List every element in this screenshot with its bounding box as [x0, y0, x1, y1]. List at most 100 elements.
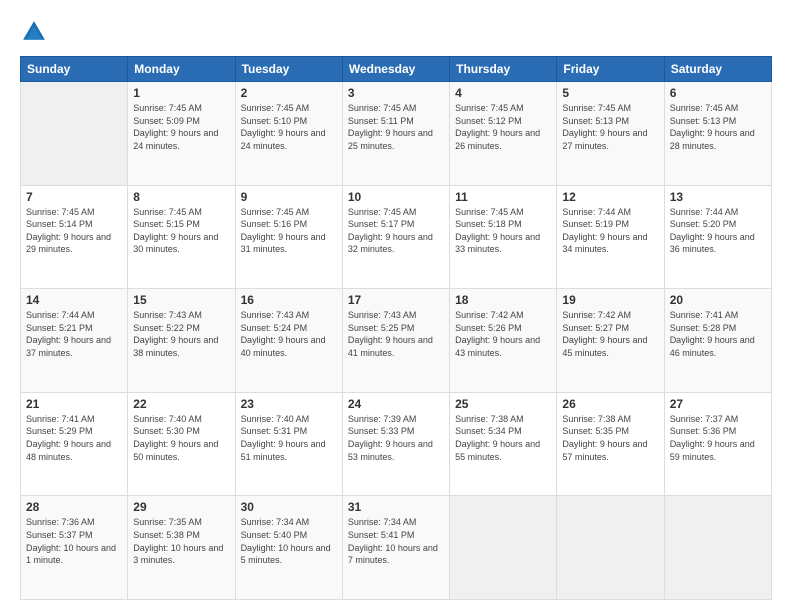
calendar-cell: 15 Sunrise: 7:43 AMSunset: 5:22 PMDayligh…: [128, 289, 235, 393]
day-number: 18: [455, 293, 551, 307]
day-number: 15: [133, 293, 229, 307]
calendar-cell: 14 Sunrise: 7:44 AMSunset: 5:21 PMDayligh…: [21, 289, 128, 393]
col-header-friday: Friday: [557, 57, 664, 82]
day-info: Sunrise: 7:39 AMSunset: 5:33 PMDaylight:…: [348, 413, 444, 463]
day-number: 10: [348, 190, 444, 204]
day-number: 31: [348, 500, 444, 514]
logo-icon: [20, 18, 48, 46]
col-header-monday: Monday: [128, 57, 235, 82]
day-number: 7: [26, 190, 122, 204]
day-number: 21: [26, 397, 122, 411]
calendar-cell: 17 Sunrise: 7:43 AMSunset: 5:25 PMDayligh…: [342, 289, 449, 393]
day-info: Sunrise: 7:45 AMSunset: 5:15 PMDaylight:…: [133, 206, 229, 256]
day-info: Sunrise: 7:34 AMSunset: 5:41 PMDaylight:…: [348, 516, 444, 566]
day-info: Sunrise: 7:35 AMSunset: 5:38 PMDaylight:…: [133, 516, 229, 566]
col-header-thursday: Thursday: [450, 57, 557, 82]
calendar-cell: 3 Sunrise: 7:45 AMSunset: 5:11 PMDaylight…: [342, 82, 449, 186]
calendar-cell: 25 Sunrise: 7:38 AMSunset: 5:34 PMDayligh…: [450, 392, 557, 496]
calendar-cell: 20 Sunrise: 7:41 AMSunset: 5:28 PMDayligh…: [664, 289, 771, 393]
calendar-cell: 23 Sunrise: 7:40 AMSunset: 5:31 PMDayligh…: [235, 392, 342, 496]
day-number: 20: [670, 293, 766, 307]
day-number: 30: [241, 500, 337, 514]
calendar-cell: 22Sunrise: 7:40 AMSunset: 5:30 PMDayligh…: [128, 392, 235, 496]
day-number: 22: [133, 397, 229, 411]
day-info: Sunrise: 7:45 AMSunset: 5:14 PMDaylight:…: [26, 206, 122, 256]
calendar-cell: 1 Sunrise: 7:45 AMSunset: 5:09 PMDaylight…: [128, 82, 235, 186]
calendar-cell: 6 Sunrise: 7:45 AMSunset: 5:13 PMDaylight…: [664, 82, 771, 186]
day-number: 8: [133, 190, 229, 204]
day-number: 25: [455, 397, 551, 411]
col-header-saturday: Saturday: [664, 57, 771, 82]
day-number: 11: [455, 190, 551, 204]
calendar-cell: 19Sunrise: 7:42 AMSunset: 5:27 PMDayligh…: [557, 289, 664, 393]
day-number: 5: [562, 86, 658, 100]
day-info: Sunrise: 7:42 AMSunset: 5:26 PMDaylight:…: [455, 309, 551, 359]
calendar-cell: 24 Sunrise: 7:39 AMSunset: 5:33 PMDayligh…: [342, 392, 449, 496]
calendar-cell: 13Sunrise: 7:44 AMSunset: 5:20 PMDayligh…: [664, 185, 771, 289]
day-number: 28: [26, 500, 122, 514]
day-number: 17: [348, 293, 444, 307]
day-number: 24: [348, 397, 444, 411]
day-info: Sunrise: 7:43 AMSunset: 5:24 PMDaylight:…: [241, 309, 337, 359]
day-info: Sunrise: 7:45 AMSunset: 5:18 PMDaylight:…: [455, 206, 551, 256]
day-info: Sunrise: 7:44 AMSunset: 5:20 PMDaylight:…: [670, 206, 766, 256]
day-info: Sunrise: 7:41 AMSunset: 5:29 PMDaylight:…: [26, 413, 122, 463]
calendar-cell: [450, 496, 557, 600]
day-info: Sunrise: 7:36 AMSunset: 5:37 PMDaylight:…: [26, 516, 122, 566]
calendar-cell: 7 Sunrise: 7:45 AMSunset: 5:14 PMDaylight…: [21, 185, 128, 289]
day-number: 16: [241, 293, 337, 307]
calendar-week-row: 14 Sunrise: 7:44 AMSunset: 5:21 PMDayligh…: [21, 289, 772, 393]
calendar-cell: 8 Sunrise: 7:45 AMSunset: 5:15 PMDaylight…: [128, 185, 235, 289]
day-info: Sunrise: 7:41 AMSunset: 5:28 PMDaylight:…: [670, 309, 766, 359]
calendar-week-row: 21 Sunrise: 7:41 AMSunset: 5:29 PMDayligh…: [21, 392, 772, 496]
calendar-cell: 30 Sunrise: 7:34 AMSunset: 5:40 PMDayligh…: [235, 496, 342, 600]
day-info: Sunrise: 7:38 AMSunset: 5:35 PMDaylight:…: [562, 413, 658, 463]
day-info: Sunrise: 7:45 AMSunset: 5:12 PMDaylight:…: [455, 102, 551, 152]
calendar-table: SundayMondayTuesdayWednesdayThursdayFrid…: [20, 56, 772, 600]
day-info: Sunrise: 7:43 AMSunset: 5:25 PMDaylight:…: [348, 309, 444, 359]
day-number: 27: [670, 397, 766, 411]
calendar-cell: 2 Sunrise: 7:45 AMSunset: 5:10 PMDaylight…: [235, 82, 342, 186]
calendar-cell: 9 Sunrise: 7:45 AMSunset: 5:16 PMDaylight…: [235, 185, 342, 289]
calendar-week-row: 1 Sunrise: 7:45 AMSunset: 5:09 PMDaylight…: [21, 82, 772, 186]
calendar-week-row: 28 Sunrise: 7:36 AMSunset: 5:37 PMDayligh…: [21, 496, 772, 600]
calendar-cell: 16 Sunrise: 7:43 AMSunset: 5:24 PMDayligh…: [235, 289, 342, 393]
calendar-cell: [557, 496, 664, 600]
day-number: 1: [133, 86, 229, 100]
calendar-week-row: 7 Sunrise: 7:45 AMSunset: 5:14 PMDaylight…: [21, 185, 772, 289]
day-number: 14: [26, 293, 122, 307]
day-number: 29: [133, 500, 229, 514]
day-info: Sunrise: 7:45 AMSunset: 5:16 PMDaylight:…: [241, 206, 337, 256]
calendar-cell: 4Sunrise: 7:45 AMSunset: 5:12 PMDaylight…: [450, 82, 557, 186]
day-number: 23: [241, 397, 337, 411]
logo: [20, 18, 52, 46]
day-info: Sunrise: 7:44 AMSunset: 5:21 PMDaylight:…: [26, 309, 122, 359]
day-info: Sunrise: 7:43 AMSunset: 5:22 PMDaylight:…: [133, 309, 229, 359]
calendar-cell: 26 Sunrise: 7:38 AMSunset: 5:35 PMDayligh…: [557, 392, 664, 496]
day-info: Sunrise: 7:45 AMSunset: 5:13 PMDaylight:…: [670, 102, 766, 152]
day-number: 2: [241, 86, 337, 100]
day-info: Sunrise: 7:40 AMSunset: 5:31 PMDaylight:…: [241, 413, 337, 463]
calendar-cell: [664, 496, 771, 600]
day-info: Sunrise: 7:38 AMSunset: 5:34 PMDaylight:…: [455, 413, 551, 463]
day-info: Sunrise: 7:37 AMSunset: 5:36 PMDaylight:…: [670, 413, 766, 463]
calendar-cell: 27 Sunrise: 7:37 AMSunset: 5:36 PMDayligh…: [664, 392, 771, 496]
col-header-sunday: Sunday: [21, 57, 128, 82]
calendar-cell: [21, 82, 128, 186]
page: SundayMondayTuesdayWednesdayThursdayFrid…: [0, 0, 792, 612]
day-info: Sunrise: 7:42 AMSunset: 5:27 PMDaylight:…: [562, 309, 658, 359]
day-number: 6: [670, 86, 766, 100]
day-number: 3: [348, 86, 444, 100]
col-header-tuesday: Tuesday: [235, 57, 342, 82]
day-info: Sunrise: 7:45 AMSunset: 5:10 PMDaylight:…: [241, 102, 337, 152]
day-info: Sunrise: 7:45 AMSunset: 5:17 PMDaylight:…: [348, 206, 444, 256]
day-info: Sunrise: 7:34 AMSunset: 5:40 PMDaylight:…: [241, 516, 337, 566]
day-info: Sunrise: 7:45 AMSunset: 5:09 PMDaylight:…: [133, 102, 229, 152]
calendar-cell: 18 Sunrise: 7:42 AMSunset: 5:26 PMDayligh…: [450, 289, 557, 393]
day-info: Sunrise: 7:45 AMSunset: 5:13 PMDaylight:…: [562, 102, 658, 152]
day-number: 9: [241, 190, 337, 204]
calendar-cell: 31 Sunrise: 7:34 AMSunset: 5:41 PMDayligh…: [342, 496, 449, 600]
day-info: Sunrise: 7:45 AMSunset: 5:11 PMDaylight:…: [348, 102, 444, 152]
day-number: 12: [562, 190, 658, 204]
day-number: 26: [562, 397, 658, 411]
